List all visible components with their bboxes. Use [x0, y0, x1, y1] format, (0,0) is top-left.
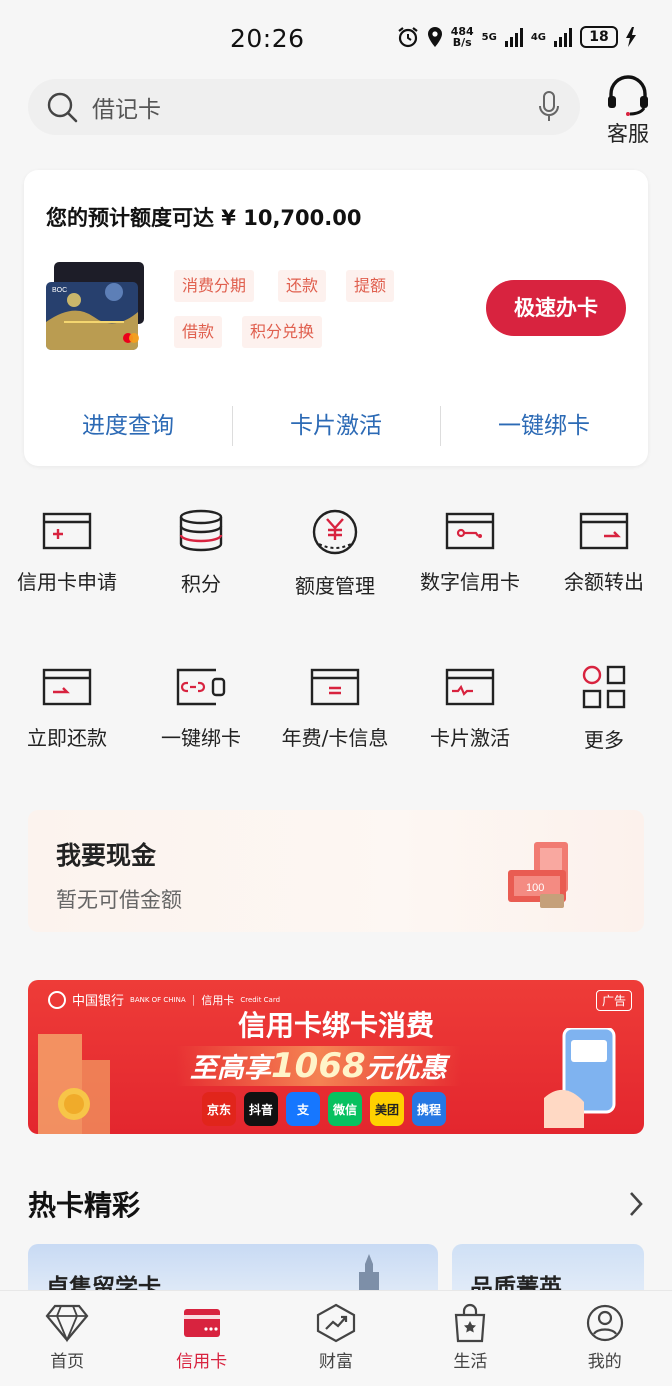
grid-item-more[interactable]: 更多	[537, 664, 671, 753]
digital-card-icon	[445, 512, 495, 550]
tab-label: 生活	[453, 1352, 488, 1372]
tab-credit-card[interactable]: 信用卡	[134, 1291, 268, 1386]
charging-icon	[626, 27, 636, 47]
tag-loan[interactable]: 借款	[174, 316, 223, 348]
customer-service-label: 客服	[607, 122, 649, 146]
quota-card: 您的预计额度可达 ¥ 10,700.00 BOC 消费分期 还款 提额 借款 积…	[24, 170, 648, 466]
grid-item-card-apply[interactable]: 信用卡申请	[0, 508, 134, 595]
search-bar[interactable]: 借记卡	[28, 79, 580, 135]
grid-label: 更多	[584, 728, 624, 752]
douyin-app-icon: 抖音	[244, 1092, 278, 1126]
partner-apps: 京东 抖音 支 微信 美团 携程	[202, 1092, 446, 1126]
bank-brand-product-en: Credit Card	[240, 995, 281, 1004]
tab-wealth[interactable]: 财富	[269, 1291, 403, 1386]
more-grid-icon	[582, 665, 626, 709]
card-link-icon	[176, 668, 226, 706]
hot-cards-title: 热卡精彩	[28, 1189, 141, 1222]
grid-item-balance-out[interactable]: 余额转出	[537, 508, 671, 595]
ad-subline: 至高享1068元优惠	[176, 1046, 461, 1086]
grid-label: 额度管理	[295, 574, 375, 598]
tab-label: 我的	[587, 1352, 622, 1372]
money-stack-icon: 100	[508, 842, 568, 908]
quick-apply-button[interactable]: 极速办卡	[486, 280, 626, 336]
card-info-icon	[310, 668, 360, 706]
yuan-gauge-icon	[312, 509, 358, 555]
card-transfer-icon	[579, 512, 629, 550]
ad-banner[interactable]: 中国银行 BANK OF CHINA | 信用卡 Credit Card 广告 …	[28, 980, 644, 1134]
quota-title: 您的预计额度可达 ¥ 10,700.00	[46, 206, 362, 230]
grid-item-repay-now[interactable]: 立即还款	[0, 664, 134, 751]
quota-links: 进度查询 卡片激活 一键绑卡	[24, 402, 648, 450]
tag-repay[interactable]: 还款	[278, 270, 327, 302]
card-repay-icon	[42, 668, 92, 706]
card-plus-icon	[42, 512, 92, 550]
customer-service-button[interactable]: 客服	[600, 74, 656, 148]
grid-label: 积分	[181, 572, 221, 596]
grid-item-card-activate[interactable]: 卡片激活	[403, 664, 537, 751]
credit-card-icon	[183, 1309, 220, 1337]
jd-app-icon: 京东	[202, 1092, 236, 1126]
tag-points-exchange[interactable]: 积分兑换	[242, 316, 323, 348]
grid-item-bind-card[interactable]: 一键绑卡	[134, 664, 268, 751]
battery-icon: 18	[580, 26, 618, 48]
shopping-bag-icon	[455, 1303, 486, 1343]
tab-label: 财富	[318, 1352, 353, 1372]
grid-item-points[interactable]: 积分	[134, 508, 268, 597]
card-activate-icon	[445, 668, 495, 706]
status-time: 20:26	[230, 24, 305, 53]
user-icon	[586, 1304, 623, 1342]
location-icon	[427, 27, 442, 47]
grid-item-limit-manage[interactable]: 额度管理	[268, 508, 402, 599]
net-4g-label: 4G	[530, 31, 546, 43]
wealth-chart-icon	[316, 1303, 356, 1343]
cash-subtitle: 暂无可借金额	[56, 888, 182, 912]
svg-text:BOC: BOC	[52, 287, 67, 294]
grid-label: 余额转出	[564, 570, 644, 594]
credit-card-image: BOC	[46, 262, 144, 350]
alipay-app-icon: 支	[286, 1092, 320, 1126]
search-placeholder: 借记卡	[92, 97, 161, 123]
coins-stack-icon	[179, 509, 223, 552]
bank-brand-en: BANK OF CHINA	[130, 995, 186, 1004]
network-speed: 484 B/s	[450, 25, 474, 49]
search-icon	[47, 92, 78, 123]
wechat-app-icon: 微信	[328, 1092, 362, 1126]
meituan-app-icon: 美团	[370, 1092, 404, 1126]
status-icons: 484 B/s 5G 4G 18	[397, 26, 636, 48]
chevron-right-icon[interactable]	[626, 1190, 646, 1218]
tab-life[interactable]: 生活	[403, 1291, 537, 1386]
net-5g-label: 5G	[481, 31, 497, 43]
microphone-icon[interactable]	[538, 91, 560, 123]
tag-raise-limit[interactable]: 提额	[346, 270, 395, 302]
tab-label: 首页	[50, 1352, 85, 1372]
bottom-tab-bar: 首页 信用卡 财富 生活 我的	[0, 1290, 672, 1386]
tag-installment[interactable]: 消费分期	[174, 270, 255, 302]
tab-label: 信用卡	[176, 1352, 228, 1372]
svg-text:100: 100	[526, 882, 544, 894]
cash-banner[interactable]: 我要现金 暂无可借金额 100	[28, 810, 644, 932]
grid-label: 数字信用卡	[420, 570, 520, 594]
headset-icon	[608, 75, 648, 116]
ctrip-app-icon: 携程	[412, 1092, 446, 1126]
grid-item-annual-fee[interactable]: 年费/卡信息	[268, 664, 402, 751]
tab-mine[interactable]: 我的	[538, 1291, 672, 1386]
bind-card-link[interactable]: 一键绑卡	[440, 402, 648, 450]
alarm-icon	[398, 27, 418, 48]
grid-label: 立即还款	[27, 726, 107, 750]
status-bar: 20:26 484 B/s 5G 4G 18	[0, 0, 672, 72]
progress-query-link[interactable]: 进度查询	[24, 402, 232, 450]
card-activate-link[interactable]: 卡片激活	[232, 402, 440, 450]
grid-item-digital-card[interactable]: 数字信用卡	[403, 508, 537, 595]
phone-hand-illustration	[544, 1028, 616, 1128]
signal-4g-icon	[554, 27, 572, 47]
grid-label: 一键绑卡	[161, 726, 241, 750]
cash-title: 我要现金	[56, 841, 157, 870]
signal-5g-icon	[504, 27, 523, 47]
tab-home[interactable]: 首页	[0, 1291, 134, 1386]
grid-label: 年费/卡信息	[281, 726, 389, 750]
grid-label: 信用卡申请	[17, 570, 117, 594]
grid-label: 卡片激活	[430, 726, 510, 750]
diamond-icon	[45, 1304, 89, 1343]
